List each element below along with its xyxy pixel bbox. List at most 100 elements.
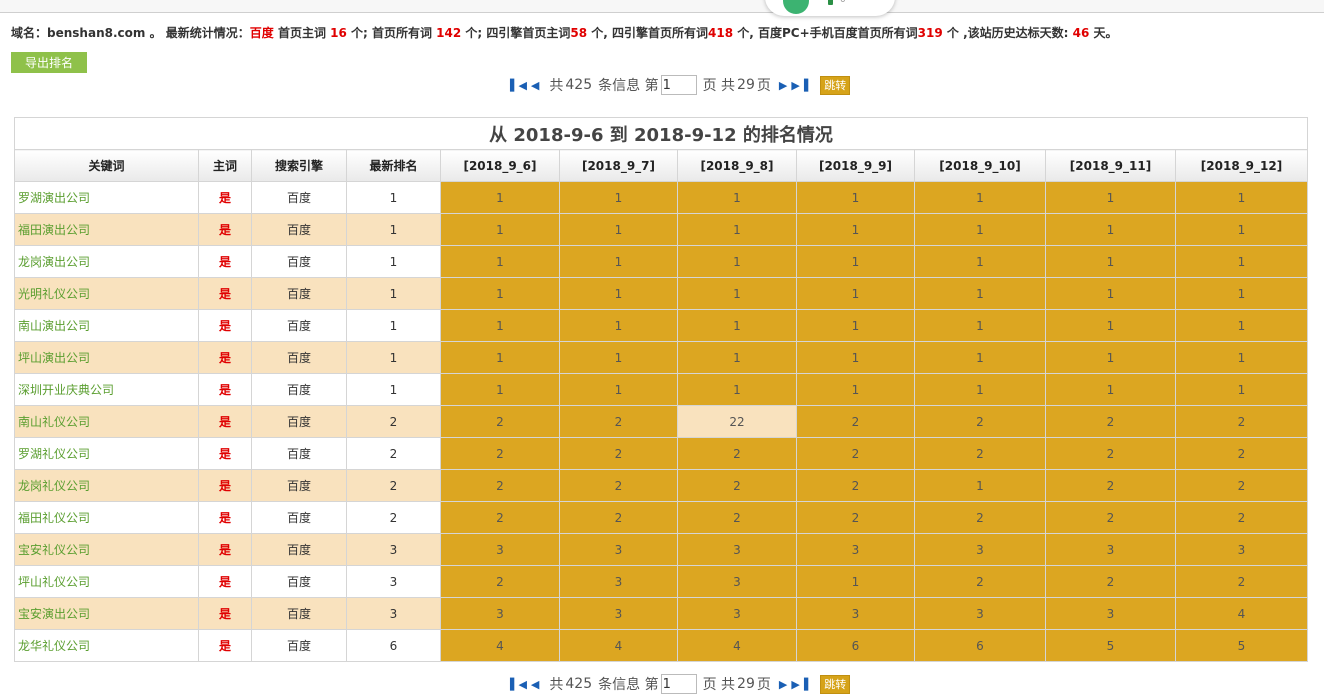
export-ranking-button[interactable]: 导出排名 bbox=[11, 52, 87, 73]
column-header: [2018_9_9] bbox=[796, 149, 915, 182]
daily-rank-cell: 3 bbox=[1045, 533, 1176, 566]
last-page-icon[interactable]: ▶▐ bbox=[791, 678, 808, 691]
keyword-link[interactable]: 南山演出公司 bbox=[14, 309, 199, 342]
daily-rank-cell: 2 bbox=[914, 565, 1046, 598]
keyword-link[interactable]: 深圳开业庆典公司 bbox=[14, 373, 199, 406]
table-row: 福田演出公司是百度 1 1 1 1 1 1 1 1 bbox=[14, 213, 1308, 246]
daily-rank-cell: 3 bbox=[1045, 597, 1176, 630]
engine-name: 百度 bbox=[249, 26, 274, 40]
search-engine-cell: 百度 bbox=[251, 405, 347, 438]
keyword-link[interactable]: 龙岗礼仪公司 bbox=[14, 469, 199, 502]
daily-rank-cell: 1 bbox=[559, 181, 678, 214]
keyword-link[interactable]: 宝安演出公司 bbox=[14, 597, 199, 630]
daily-rank-cell: 1 bbox=[440, 373, 560, 406]
stat-value: 319 bbox=[917, 26, 943, 40]
daily-rank-cell: 6 bbox=[796, 629, 915, 662]
main-keyword-flag: 是 bbox=[198, 565, 252, 598]
column-header: 主词 bbox=[198, 149, 252, 182]
daily-rank-cell: 3 bbox=[677, 533, 797, 566]
main-keyword-flag: 是 bbox=[198, 181, 252, 214]
main-keyword-flag: 是 bbox=[198, 469, 252, 502]
column-header: [2018_9_11] bbox=[1045, 149, 1176, 182]
total-prefix: 共 bbox=[549, 677, 564, 693]
page-input[interactable] bbox=[660, 75, 697, 95]
daily-rank-cell: 5 bbox=[1175, 629, 1308, 662]
search-engine-cell: 百度 bbox=[251, 565, 347, 598]
keyword-link[interactable]: 罗湖礼仪公司 bbox=[14, 437, 199, 470]
prev-page-icon[interactable]: ◀ bbox=[531, 79, 539, 92]
table-row: 坪山礼仪公司是百度 3 2 3 3 1 2 2 2 bbox=[14, 565, 1308, 598]
column-header: 关键词 bbox=[14, 149, 199, 182]
daily-rank-cell: 2 bbox=[1045, 469, 1176, 502]
keyword-link[interactable]: 宝安礼仪公司 bbox=[14, 533, 199, 566]
page-input[interactable] bbox=[660, 674, 697, 694]
daily-rank-cell: 1 bbox=[914, 277, 1046, 310]
daily-rank-cell: 2 bbox=[440, 469, 560, 502]
keyword-link[interactable]: 坪山演出公司 bbox=[14, 341, 199, 374]
daily-rank-cell: 1 bbox=[677, 373, 797, 406]
total-count: 425 bbox=[565, 676, 593, 692]
floating-widget[interactable]: 0 bbox=[765, 0, 895, 16]
battery-icon bbox=[828, 0, 833, 5]
top-bar bbox=[0, 0, 1324, 13]
next-page-icon[interactable]: ▶ bbox=[779, 79, 787, 92]
keyword-link[interactable]: 罗湖演出公司 bbox=[14, 181, 199, 214]
keyword-link[interactable]: 龙华礼仪公司 bbox=[14, 629, 199, 662]
latest-rank-cell: 1 bbox=[346, 309, 441, 342]
main-keyword-flag: 是 bbox=[198, 629, 252, 662]
main-keyword-flag: 是 bbox=[198, 309, 252, 342]
daily-rank-cell: 1 bbox=[559, 309, 678, 342]
daily-rank-cell: 1 bbox=[1045, 245, 1176, 278]
daily-rank-cell: 2 bbox=[1045, 501, 1176, 534]
daily-rank-cell: 1 bbox=[559, 213, 678, 246]
daily-rank-cell: 2 bbox=[559, 469, 678, 502]
daily-rank-cell: 2 bbox=[559, 437, 678, 470]
first-page-icon[interactable]: ▌◀ bbox=[510, 678, 527, 691]
main-keyword-flag: 是 bbox=[198, 213, 252, 246]
daily-rank-cell: 1 bbox=[677, 341, 797, 374]
daily-rank-cell: 1 bbox=[677, 309, 797, 342]
latest-rank-cell: 3 bbox=[346, 533, 441, 566]
next-page-icon[interactable]: ▶ bbox=[779, 678, 787, 691]
daily-rank-cell: 2 bbox=[914, 501, 1046, 534]
daily-rank-cell: 1 bbox=[440, 181, 560, 214]
jump-button[interactable]: 跳转 bbox=[820, 674, 851, 694]
daily-rank-cell: 1 bbox=[796, 341, 915, 374]
daily-rank-cell: 3 bbox=[440, 597, 560, 630]
daily-rank-cell: 2 bbox=[1045, 405, 1176, 438]
latest-rank-cell: 1 bbox=[346, 277, 441, 310]
daily-rank-cell: 1 bbox=[559, 245, 678, 278]
last-page-icon[interactable]: ▶▐ bbox=[791, 79, 808, 92]
daily-rank-cell: 1 bbox=[559, 277, 678, 310]
daily-rank-cell: 2 bbox=[440, 437, 560, 470]
daily-rank-cell: 1 bbox=[796, 245, 915, 278]
jump-button[interactable]: 跳转 bbox=[820, 75, 851, 95]
table-row: 龙岗礼仪公司是百度 2 2 2 2 2 1 2 2 bbox=[14, 469, 1308, 502]
pages-suffix: 页 bbox=[756, 78, 771, 94]
daily-rank-cell: 4 bbox=[1175, 597, 1308, 630]
first-page-icon[interactable]: ▌◀ bbox=[510, 79, 527, 92]
daily-rank-cell: 2 bbox=[1175, 437, 1308, 470]
keyword-link[interactable]: 福田演出公司 bbox=[14, 213, 199, 246]
keyword-link[interactable]: 龙岗演出公司 bbox=[14, 245, 199, 278]
daily-rank-cell: 1 bbox=[559, 341, 678, 374]
daily-rank-cell: 1 bbox=[914, 373, 1046, 406]
prev-page-icon[interactable]: ◀ bbox=[531, 678, 539, 691]
column-header: [2018_9_6] bbox=[440, 149, 560, 182]
search-engine-cell: 百度 bbox=[251, 181, 347, 214]
table-row: 宝安演出公司是百度 3 3 3 3 3 3 3 4 bbox=[14, 597, 1308, 630]
widget-status-icon bbox=[783, 0, 809, 14]
daily-rank-cell: 1 bbox=[914, 469, 1046, 502]
search-engine-cell: 百度 bbox=[251, 437, 347, 470]
pages-prefix: 页 共 bbox=[702, 677, 736, 693]
daily-rank-cell: 6 bbox=[914, 629, 1046, 662]
keyword-link[interactable]: 坪山礼仪公司 bbox=[14, 565, 199, 598]
latest-rank-cell: 3 bbox=[346, 565, 441, 598]
keyword-link[interactable]: 福田礼仪公司 bbox=[14, 501, 199, 534]
keyword-link[interactable]: 南山礼仪公司 bbox=[14, 405, 199, 438]
widget-count: 0 bbox=[840, 0, 846, 5]
daily-rank-cell: 2 bbox=[559, 501, 678, 534]
total-suffix: 条信息 第 bbox=[598, 677, 659, 693]
keyword-link[interactable]: 光明礼仪公司 bbox=[14, 277, 199, 310]
stat-value: 46 bbox=[1072, 26, 1090, 40]
